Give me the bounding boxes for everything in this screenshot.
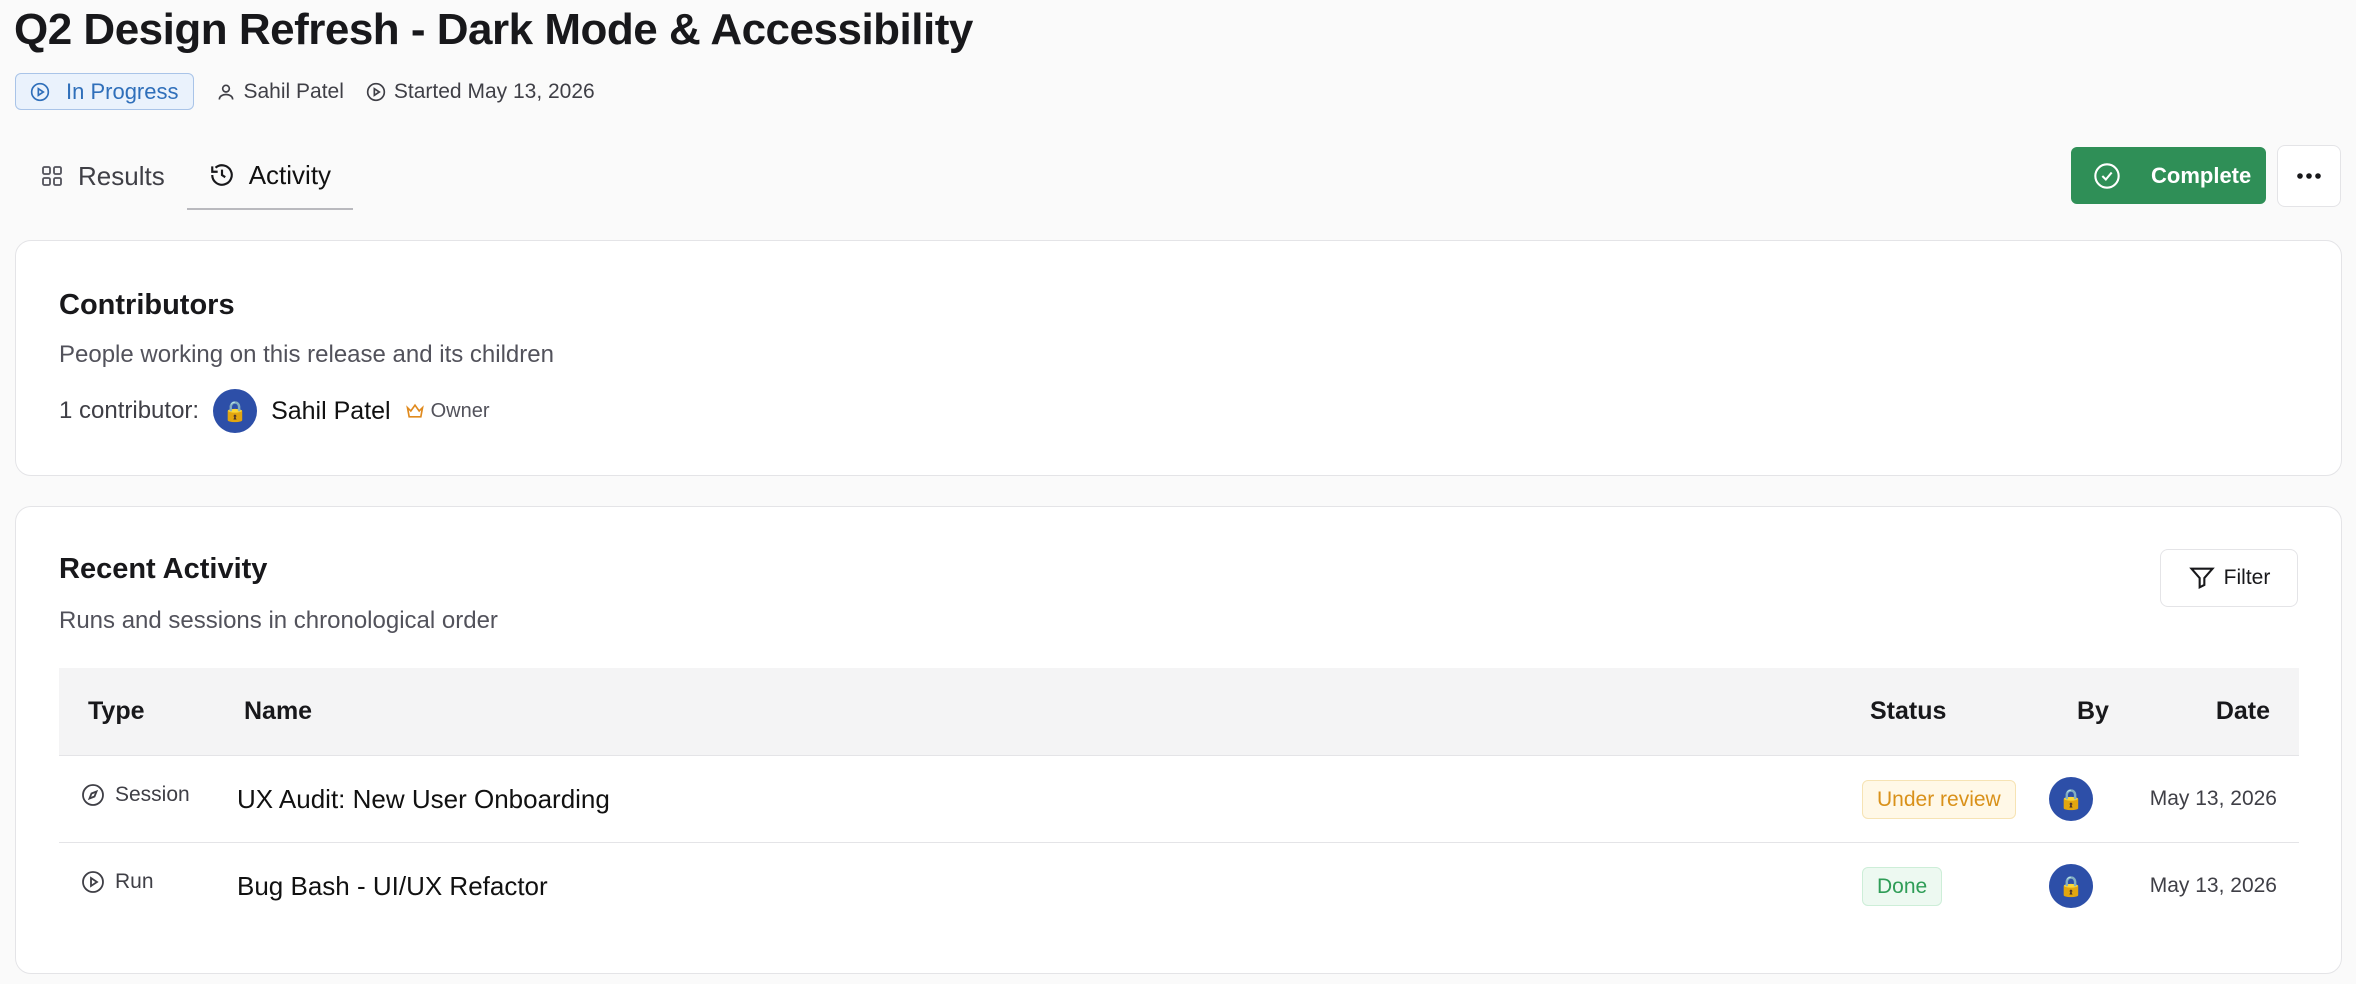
row-name[interactable]: UX Audit: New User Onboarding [237,784,610,815]
row-type: Session [81,783,190,807]
started-date: Started May 13, 2026 [393,79,595,103]
owner-badge: Owner [405,400,490,423]
table-header: Type Name Status By Date [59,668,2299,756]
column-header-name: Name [244,697,313,725]
row-type-label: Run [115,870,154,893]
avatar[interactable]: 🔒 [213,389,258,433]
tab-activity[interactable]: Activity [186,142,354,210]
check-circle-icon [2094,162,2120,189]
contributors-card: Contributors People working on this rele… [15,240,2342,476]
tab-results[interactable]: Results [18,142,187,210]
owner-role: Owner [430,399,490,422]
page-title: Q2 Design Refresh - Dark Mode & Accessib… [14,5,973,54]
filter-button[interactable]: Filter [2160,549,2298,607]
activity-title: Recent Activity [59,553,268,585]
complete-label: Complete [2151,162,2252,188]
activity-subtitle: Runs and sessions in chronological order [59,607,498,634]
started-meta: Started May 13, 2026 [366,80,595,104]
avatar[interactable]: 🔒 [2049,864,2093,908]
row-type: Run [81,870,154,894]
complete-button[interactable]: Complete [2071,147,2266,204]
filter-icon [2188,567,2215,590]
activity-card: Recent Activity Runs and sessions in chr… [15,506,2342,974]
row-name[interactable]: Bug Bash - UI/UX Refactor [237,871,548,902]
column-header-status: Status [1870,697,1947,725]
crown-icon [405,403,424,418]
user-icon [218,84,233,100]
owner-meta: Sahil Patel [216,80,344,104]
contributors-title: Contributors [59,289,235,321]
table-row[interactable]: Run Bug Bash - UI/UX Refactor Done 🔒 May… [59,843,2299,930]
contributor-count: 1 contributor: [59,397,200,424]
compass-icon [82,784,104,806]
status-label: In Progress [66,78,179,104]
row-date: May 13, 2026 [2149,787,2277,810]
play-circle-icon [366,82,386,101]
column-header-type: Type [88,697,145,725]
meta-row: In Progress Sahil Patel Started May 13, … [15,73,595,110]
history-icon [210,164,233,186]
activity-table: Type Name Status By Date Session UX Audi… [59,668,2299,930]
avatar[interactable]: 🔒 [2049,777,2093,821]
contributors-list: 1 contributor: 🔒 Sahil Patel Owner [59,389,490,433]
filter-label: Filter [2223,566,2271,589]
tab-bar: Results Activity [18,142,354,210]
tab-label: Activity [248,159,332,190]
table-row[interactable]: Session UX Audit: New User Onboarding Un… [59,756,2299,843]
status-badge: Done [1862,867,1943,906]
contributor-name[interactable]: Sahil Patel [271,397,391,426]
more-horizontal-icon [2297,173,2321,179]
row-type-label: Session [115,783,190,806]
status-badge: In Progress [15,73,194,110]
column-header-date: Date [2215,697,2270,725]
status-badge: Under review [1862,780,2016,819]
tab-label: Results [78,160,165,191]
release-page: Q2 Design Refresh - Dark Mode & Accessib… [0,0,2356,984]
grid-icon [42,166,62,186]
column-header-by: By [2077,697,2109,725]
play-circle-icon [30,82,50,101]
play-circle-icon [82,871,104,893]
more-options-button[interactable] [2277,145,2341,207]
owner-name: Sahil Patel [243,79,344,103]
row-date: May 13, 2026 [2149,874,2277,897]
contributors-subtitle: People working on this release and its c… [59,341,554,368]
